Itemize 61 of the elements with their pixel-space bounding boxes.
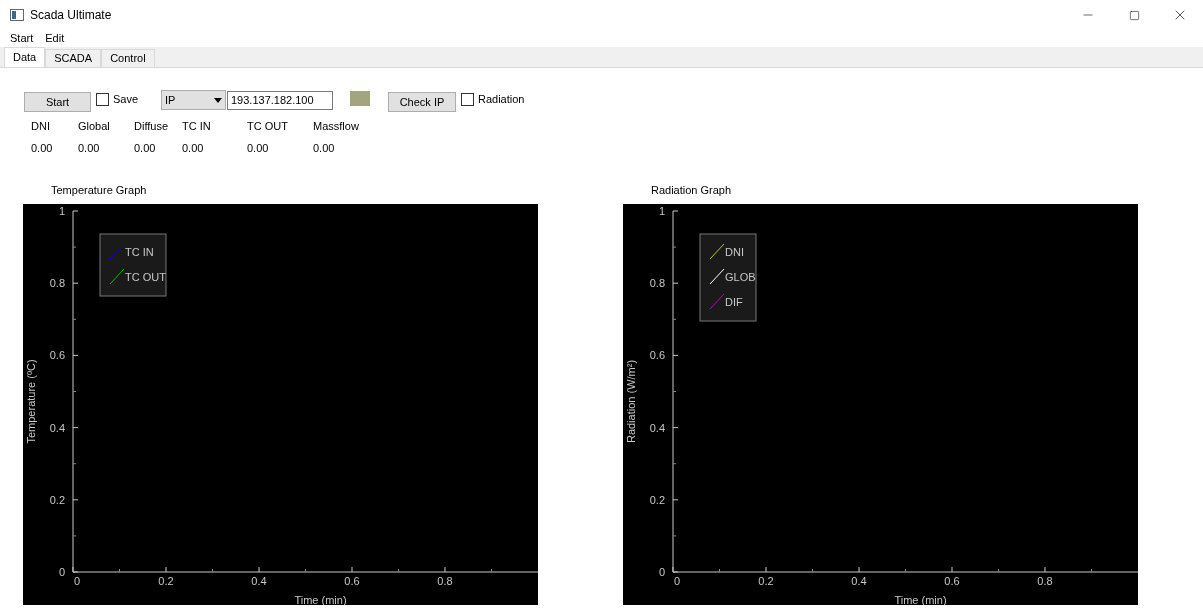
legend-label: DNI	[725, 246, 744, 258]
legend-label: GLOB	[725, 271, 756, 283]
y-tick-label: 0.6	[49, 349, 65, 362]
reading-value: 0.00	[78, 140, 101, 156]
y-tick-label: 0.4	[649, 421, 665, 434]
y-tick-label: 0.6	[649, 349, 665, 362]
dropdown-arrow-icon	[214, 97, 222, 103]
reading-label: Diffuse	[134, 119, 170, 134]
check-ip-button[interactable]: Check IP	[388, 92, 456, 112]
reading-label: TC IN	[182, 119, 212, 134]
y-tick-label: 0.8	[49, 277, 65, 290]
menu-item[interactable]: Start	[4, 30, 40, 47]
x-tick-label: 0.8	[437, 575, 453, 587]
legend-label: TC IN	[125, 246, 154, 258]
y-tick-label: 0	[58, 566, 65, 578]
y-axis-label: Radiation (W/m²)	[625, 359, 637, 444]
start-button[interactable]: Start	[24, 92, 91, 112]
y-tick-label: 1	[658, 205, 665, 217]
reading-label: Massflow	[313, 119, 360, 134]
source-dropdown[interactable]: IP	[161, 90, 226, 110]
y-axis-label: Temperature (ºC)	[25, 359, 37, 444]
maximize-icon	[1128, 9, 1140, 21]
y-tick-label: 0	[658, 566, 665, 578]
checkbox-label: Save	[113, 91, 139, 107]
y-tick-label: 0.2	[649, 493, 665, 506]
x-tick-label: 0.2	[158, 575, 174, 587]
legend-label: DIF	[725, 296, 743, 308]
tab[interactable]: Data	[4, 47, 46, 67]
reading-value: 0.00	[31, 140, 54, 156]
x-tick-label: 0.8	[1037, 575, 1053, 587]
app-icon	[10, 9, 24, 21]
y-tick-label: 0.2	[49, 493, 65, 506]
reading-value: 0.00	[182, 140, 205, 156]
checkbox[interactable]	[461, 92, 474, 106]
tab[interactable]: SCADA	[45, 49, 102, 67]
checkbox[interactable]	[96, 92, 109, 106]
reading-label: DNI	[31, 119, 51, 134]
reading-value: 0.00	[134, 140, 157, 156]
graph-title: Radiation Graph	[651, 183, 733, 198]
reading-label: TC OUT	[247, 119, 289, 134]
x-tick-label: 0	[73, 575, 81, 587]
legend-label: TC OUT	[125, 271, 166, 283]
x-tick-label: 0	[673, 575, 681, 587]
y-tick-label: 1	[58, 205, 65, 217]
ip-input-field[interactable]: 193.137.182.100	[227, 90, 333, 110]
x-tick-label: 0.4	[851, 575, 867, 587]
menu-item[interactable]: Edit	[39, 30, 71, 47]
x-tick-label: 0.6	[944, 575, 960, 587]
x-tick-label: 0.6	[344, 575, 360, 587]
x-tick-label: 0.2	[758, 575, 774, 587]
tab[interactable]: Control	[101, 49, 155, 67]
window-title: Scada Ultimate	[30, 7, 112, 24]
reading-label: Global	[78, 119, 111, 134]
y-tick-label: 0.4	[49, 421, 65, 434]
y-tick-label: 0.8	[649, 277, 665, 290]
x-tick-label: 0.4	[251, 575, 267, 587]
graph-title: Temperature Graph	[51, 183, 148, 198]
reading-value: 0.00	[313, 140, 336, 156]
chart-legend	[99, 233, 167, 297]
checkbox-label: Radiation	[478, 91, 525, 107]
reading-value: 0.00	[247, 140, 270, 156]
